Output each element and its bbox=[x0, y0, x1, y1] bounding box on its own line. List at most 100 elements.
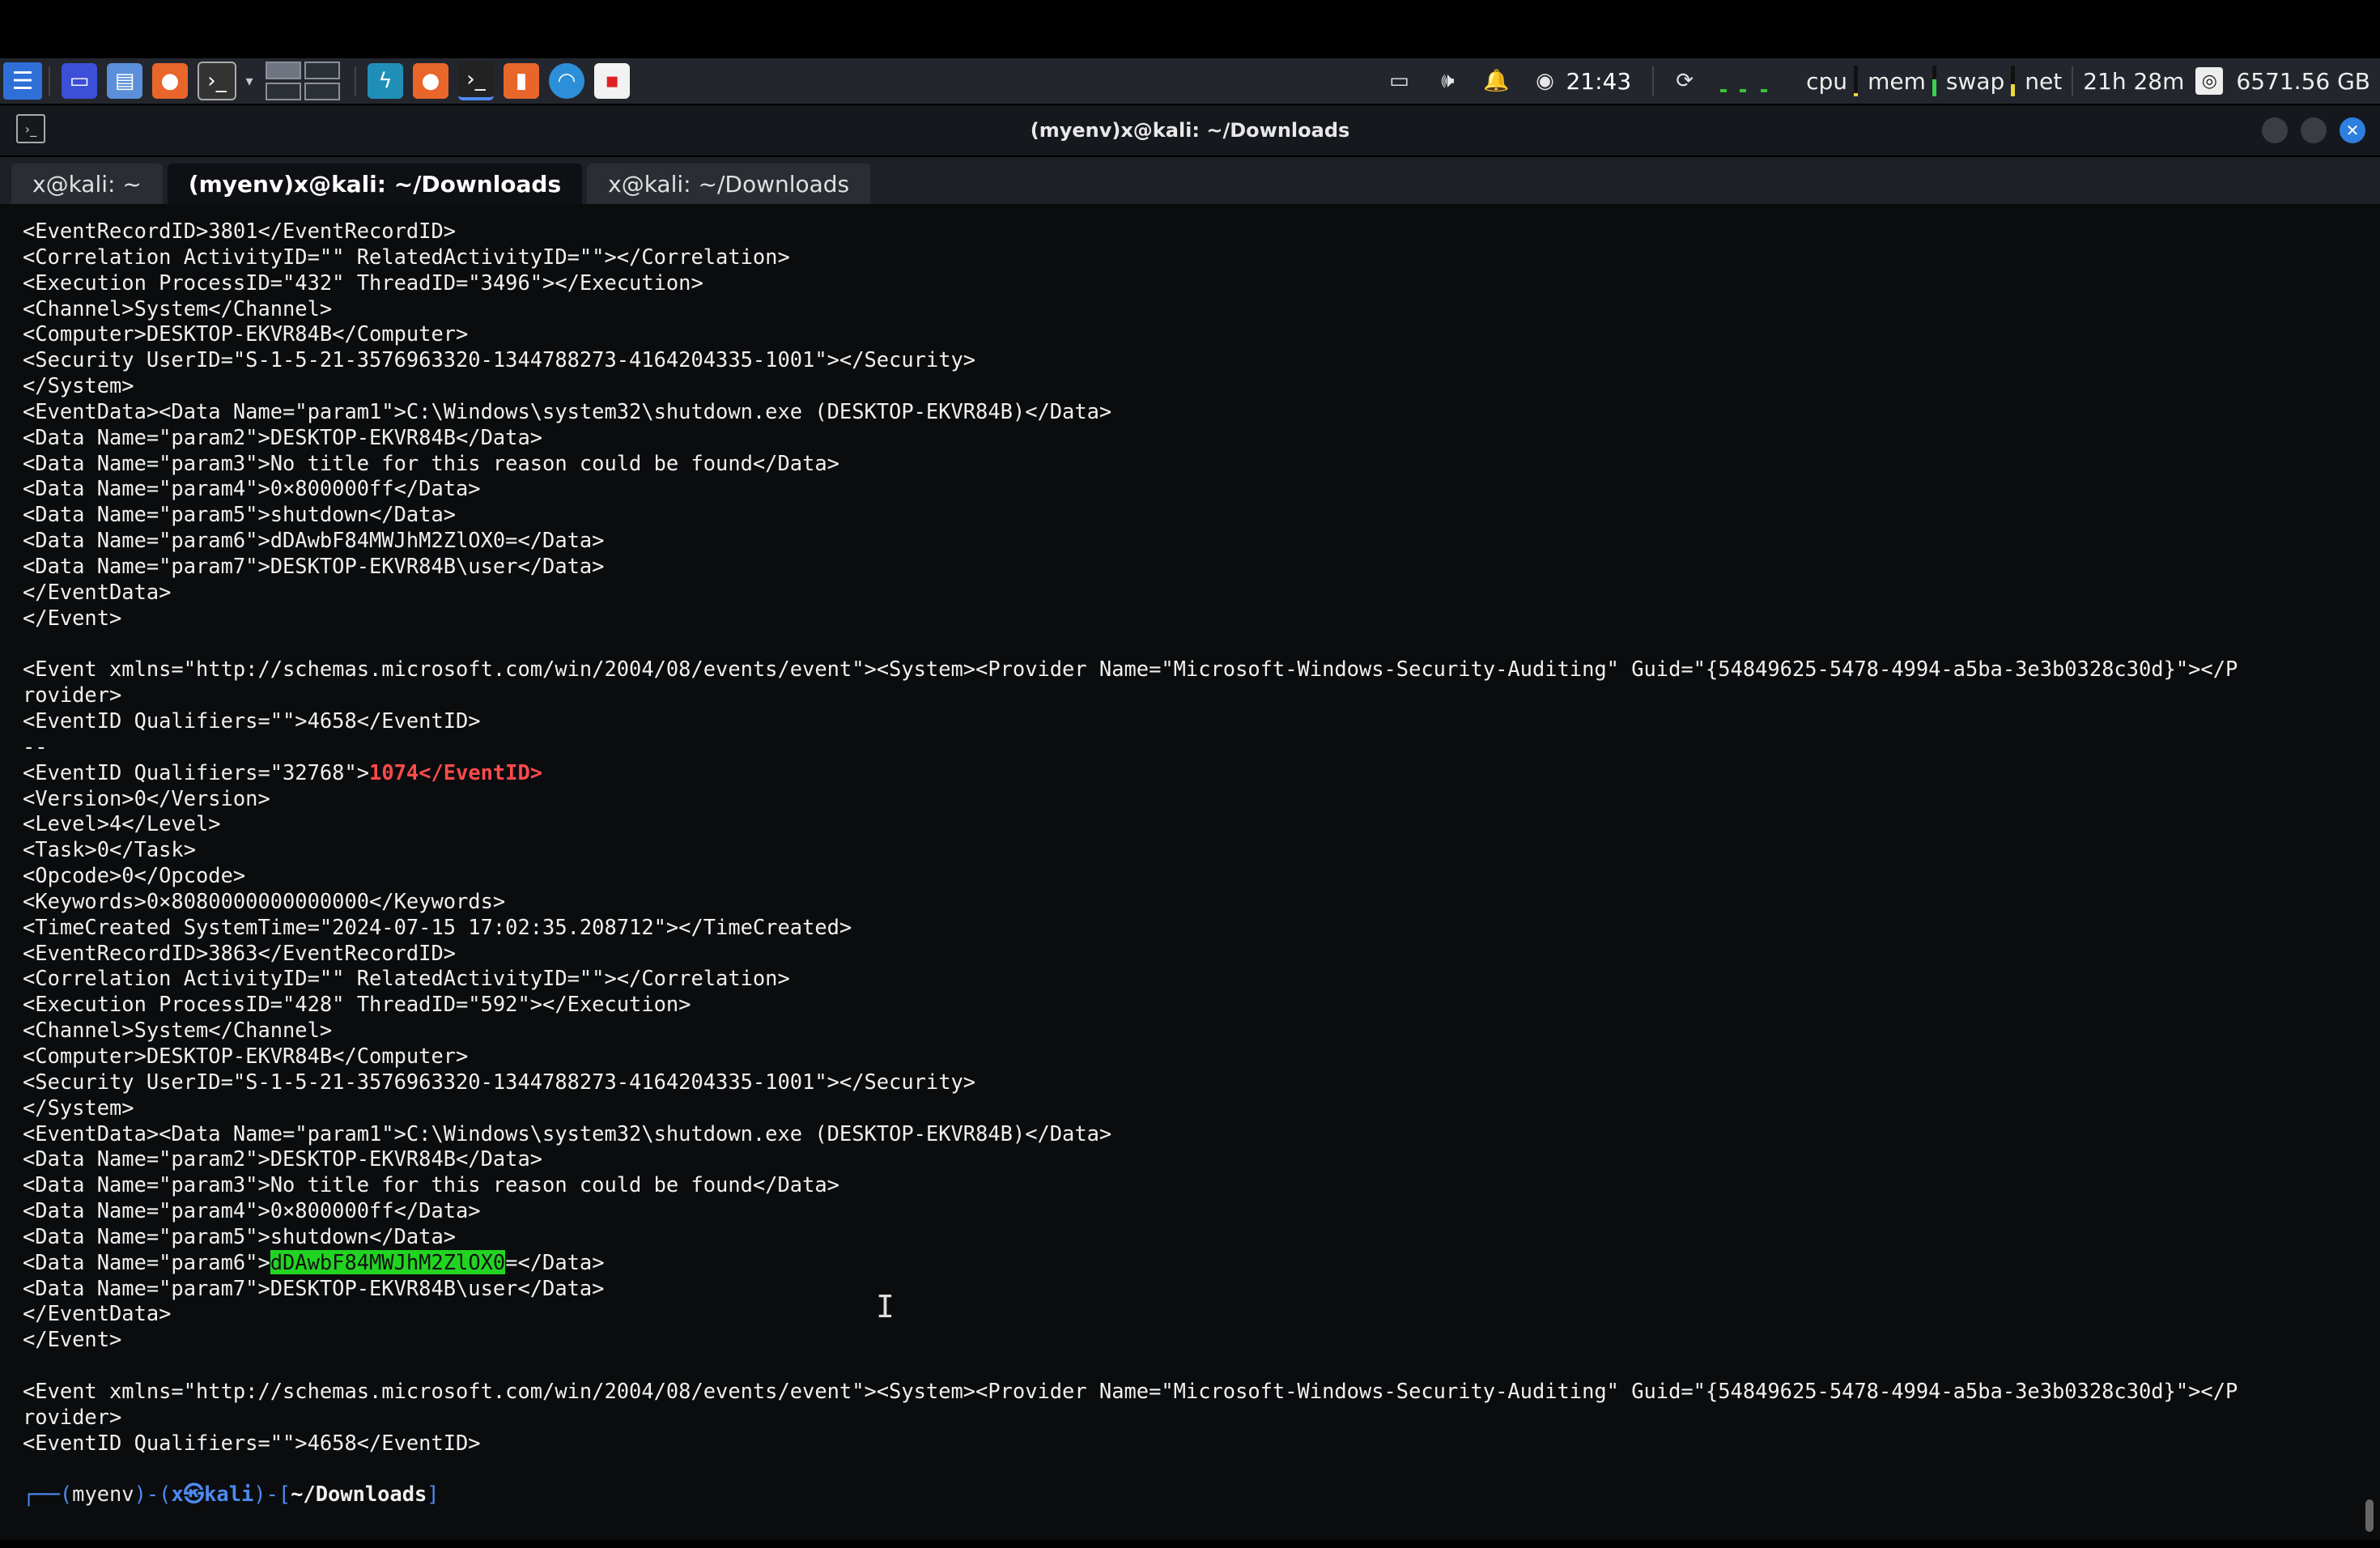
prompt-prefix: ┌──( bbox=[23, 1482, 73, 1507]
net-label: net bbox=[2025, 67, 2063, 95]
mem-usage-fill bbox=[1932, 79, 1936, 96]
tab-downloads-active[interactable]: (myenv)x@kali: ~/Downloads bbox=[167, 164, 583, 204]
wireshark-task-icon[interactable]: ◠ bbox=[549, 63, 584, 99]
panel-separator bbox=[1652, 66, 1655, 96]
terminal-task-icon[interactable]: ›_ bbox=[458, 62, 494, 100]
workspace-3[interactable] bbox=[266, 83, 301, 100]
terminal-line: rovider> bbox=[23, 1404, 122, 1429]
power-icon[interactable]: ◉ bbox=[1528, 65, 1561, 97]
disk-free-label: 6571.56 GB bbox=[2236, 67, 2370, 95]
terminal-line: <Data Name="param3">No title for this re… bbox=[23, 1172, 839, 1197]
document-task-icon[interactable]: ▪ bbox=[594, 63, 630, 99]
minimize-button[interactable] bbox=[2262, 117, 2288, 143]
terminal-line: <Correlation ActivityID="" RelatedActivi… bbox=[23, 244, 790, 269]
terminal-line: <Data Name="param5">shutdown</Data> bbox=[23, 1223, 457, 1248]
disk-icon: ◎ bbox=[2195, 67, 2224, 95]
network-activity-graph bbox=[1715, 65, 1790, 97]
terminal-line: </System> bbox=[23, 1095, 134, 1120]
terminal-line: <Data Name="param4">0×800000ff</Data> bbox=[23, 476, 481, 501]
prompt-directory: ~/Downloads bbox=[291, 1482, 427, 1507]
refresh-icon[interactable]: ⟳ bbox=[1668, 65, 1701, 97]
terminal-line: <Execution ProcessID="428" ThreadID="592… bbox=[23, 992, 691, 1017]
terminal-line: rovider> bbox=[23, 683, 122, 708]
terminal-line: <Data Name="param3">No title for this re… bbox=[23, 450, 839, 475]
terminal-line: <Data Name="param2">DESKTOP-EKVR84B</Dat… bbox=[23, 1146, 543, 1172]
terminal-line: <Data Name="param7">DESKTOP-EKVR84B\user… bbox=[23, 553, 605, 578]
terminal-line: -- bbox=[23, 734, 48, 759]
net-graph-segment bbox=[1761, 89, 1768, 92]
terminal-line: <Data Name="param4">0×800000ff</Data> bbox=[23, 1198, 481, 1223]
prompt-separator: )-[ bbox=[253, 1482, 291, 1507]
terminal-line: <Data Name="param7">DESKTOP-EKVR84B\user… bbox=[23, 1275, 605, 1300]
swap-label: swap bbox=[1945, 67, 2005, 95]
terminal-line: <Data Name="param5">shutdown</Data> bbox=[23, 502, 457, 527]
window-titlebar[interactable]: ›_ (myenv)x@kali: ~/Downloads ✕ bbox=[0, 105, 2380, 155]
scrollbar[interactable] bbox=[2365, 1499, 2374, 1532]
prompt-suffix: ] bbox=[427, 1482, 440, 1507]
terminal-line: <Correlation ActivityID="" RelatedActivi… bbox=[23, 966, 790, 991]
panel-separator bbox=[2072, 66, 2074, 96]
mem-usage-bar bbox=[1932, 66, 1936, 96]
workspace-2[interactable] bbox=[304, 62, 340, 79]
terminal-line: <Event xmlns="http://schemas.microsoft.c… bbox=[23, 657, 2238, 682]
terminal-line: <EventID Qualifiers="32768">1074</EventI… bbox=[23, 759, 543, 785]
terminal-line: <Opcode>0</Opcode> bbox=[23, 863, 246, 888]
cpu-usage-bar bbox=[1854, 66, 1859, 96]
close-button[interactable]: ✕ bbox=[2340, 117, 2365, 143]
burp-task-icon[interactable]: ϟ bbox=[368, 63, 403, 99]
firefox-task-icon[interactable]: ● bbox=[413, 63, 448, 99]
terminal-line: </Event> bbox=[23, 1327, 122, 1352]
terminal-line: <Computer>DESKTOP-EKVR84B</Computer> bbox=[23, 321, 469, 347]
terminal-line: <Channel>System</Channel> bbox=[23, 1018, 333, 1043]
terminal-line: <Computer>DESKTOP-EKVR84B</Computer> bbox=[23, 1044, 469, 1068]
workspace-4[interactable] bbox=[304, 83, 340, 100]
prompt-env: myenv bbox=[72, 1482, 134, 1507]
panel-clock[interactable]: 21:43 bbox=[1566, 68, 1631, 95]
burpsuite-task-icon[interactable]: ▮ bbox=[504, 63, 539, 99]
kali-menu-icon[interactable]: ☰ bbox=[3, 62, 42, 100]
workspace-switcher[interactable] bbox=[266, 62, 340, 100]
terminal-line: <Execution ProcessID="432" ThreadID="349… bbox=[23, 270, 703, 295]
maximize-button[interactable] bbox=[2301, 117, 2327, 143]
display-icon[interactable]: ▭ bbox=[1383, 65, 1415, 97]
firefox-icon[interactable]: ● bbox=[152, 63, 188, 99]
terminal-line: <Level>4</Level> bbox=[23, 811, 221, 836]
net-graph-segment bbox=[1740, 89, 1747, 92]
shell-prompt[interactable]: ┌──(myenv)-(x㉿kali)-[~/Downloads] bbox=[23, 1482, 2348, 1508]
terminal-line: <Keywords>0×8080000000000000</Keywords> bbox=[23, 888, 506, 913]
terminal-line: <EventRecordID>3863</EventRecordID> bbox=[23, 940, 457, 965]
terminal-line: <EventRecordID>3801</EventRecordID> bbox=[23, 219, 457, 243]
terminal-icon[interactable]: ›_ bbox=[198, 62, 236, 100]
terminal-line: </EventData> bbox=[23, 1301, 172, 1326]
terminal-line: <Channel>System</Channel> bbox=[23, 296, 333, 321]
top-panel: ☰ ▭ ▤ ● ›_ ▾ ϟ ● ›_ ▮ ◠ ▪ ▭ 🕪 🔔 ◉ 21:43 … bbox=[0, 58, 2380, 104]
file-manager-icon[interactable]: ▤ bbox=[107, 63, 142, 99]
terminal-line: <TimeCreated SystemTime="2024-07-15 17:0… bbox=[23, 914, 852, 939]
cpu-label: cpu bbox=[1806, 67, 1848, 95]
param6-close-tag: =</Data> bbox=[505, 1249, 605, 1274]
tab-downloads[interactable]: x@kali: ~/Downloads bbox=[587, 164, 871, 204]
swap-usage-bar bbox=[2011, 66, 2016, 96]
terminal-line: <Event xmlns="http://schemas.microsoft.c… bbox=[23, 1378, 2238, 1403]
volume-icon[interactable]: 🕪 bbox=[1431, 65, 1464, 97]
terminal-output[interactable]: <EventRecordID>3801</EventRecordID> <Corr… bbox=[0, 204, 2380, 1540]
terminal-line: <Data Name="param6">dDAwbF84MWJhM2ZlOX0=… bbox=[23, 1249, 605, 1274]
swap-usage-fill bbox=[2011, 83, 2016, 96]
chevron-down-icon[interactable]: ▾ bbox=[241, 58, 257, 104]
grep-match-eventid: 1074</EventID> bbox=[369, 759, 543, 785]
workspace-1[interactable] bbox=[266, 62, 301, 79]
uptime-label: 21h 28m bbox=[2083, 67, 2185, 95]
terminal-line: <Version>0</Version> bbox=[23, 785, 270, 810]
prompt-separator: )-( bbox=[134, 1482, 172, 1507]
prompt-user: x㉿kali bbox=[171, 1482, 254, 1507]
terminal-line: <EventID Qualifiers="">4658</EventID> bbox=[23, 708, 481, 734]
notification-bell-icon[interactable]: 🔔 bbox=[1480, 65, 1512, 97]
terminal-line: </Event> bbox=[23, 605, 122, 630]
show-desktop-icon[interactable]: ▭ bbox=[62, 63, 97, 99]
panel-separator bbox=[49, 66, 50, 96]
terminal-line: </System> bbox=[23, 373, 134, 398]
tab-home[interactable]: x@kali: ~ bbox=[11, 164, 163, 204]
mem-label: mem bbox=[1868, 67, 1926, 95]
